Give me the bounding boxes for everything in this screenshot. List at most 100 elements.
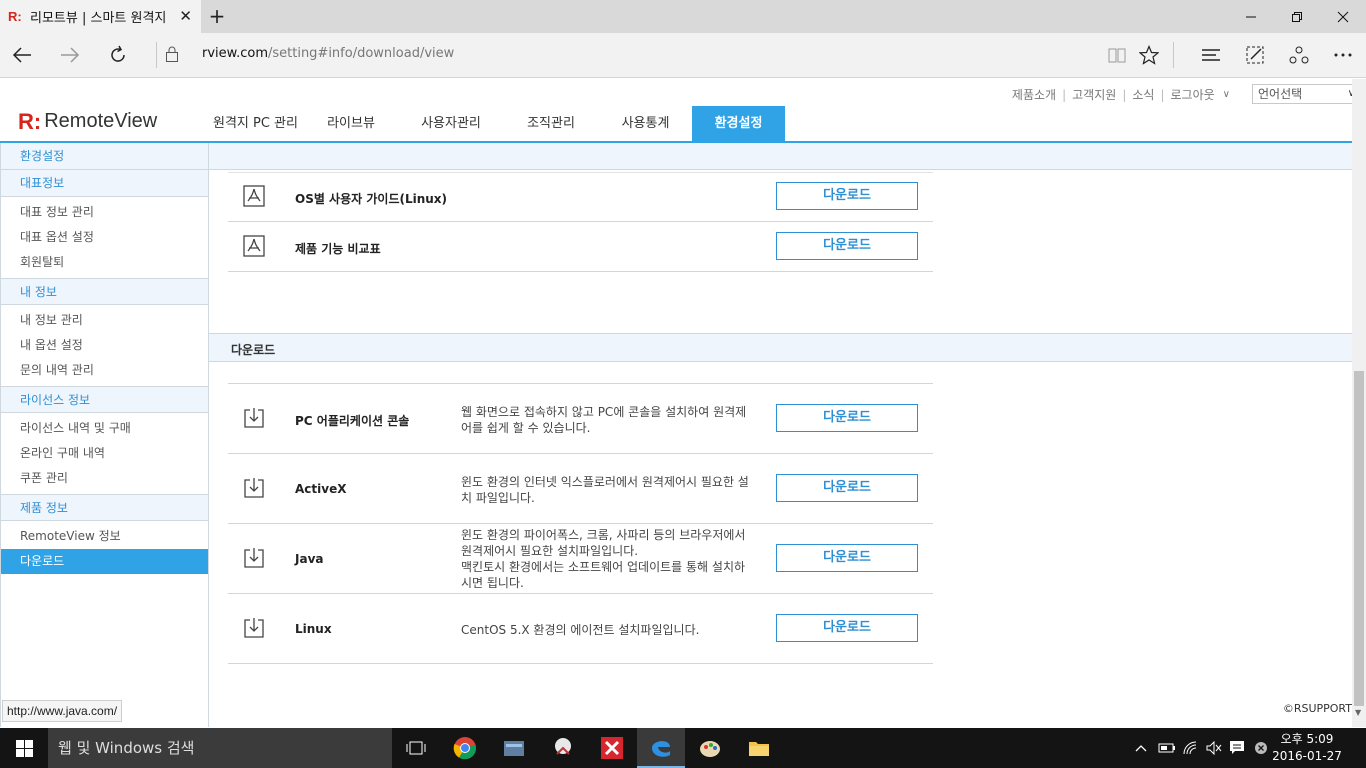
back-button[interactable] (6, 39, 38, 71)
browser-tab[interactable]: R: 리모트뷰 | 스마트 원격지 ✕ (0, 0, 201, 33)
clock-date: 2016-01-27 (1272, 749, 1342, 763)
minimize-button[interactable] (1228, 0, 1274, 33)
nav-remote-pc[interactable]: 원격지 PC 관리 (208, 106, 303, 141)
sidebar-item-my-info[interactable]: 내 정보 관리 (1, 308, 208, 333)
item-name: ActiveX (295, 482, 347, 496)
web-page: 제품소개 | 고객지원 | 소식 | 로그아웃 ∨ 언어선택 ∨ R: RemoteV… (0, 79, 1352, 727)
chevron-down-icon[interactable]: ∨ (1223, 89, 1230, 100)
sidebar-item-my-options[interactable]: 내 옵션 설정 (1, 333, 208, 358)
action-center-icon[interactable] (1229, 728, 1245, 768)
url-host: rview.com (202, 46, 268, 61)
toolbar-separator (1173, 42, 1174, 68)
download-icon (244, 408, 264, 428)
app-shortcut-icon[interactable] (539, 728, 587, 768)
download-icon (244, 478, 264, 498)
edge-browser-icon[interactable] (637, 728, 685, 768)
download-button[interactable]: 다운로드 (776, 404, 918, 432)
scroll-down-icon[interactable]: ▼ (1355, 708, 1361, 717)
browser-nav-bar: rview.com/setting#info/download/view (0, 33, 1366, 78)
customer-support-link[interactable]: 고객지원 (1072, 86, 1116, 103)
language-select-value: 언어선택 (1258, 87, 1303, 101)
reading-view-icon[interactable] (1103, 41, 1131, 69)
item-name: 제품 기능 비교표 (295, 242, 381, 256)
remote-tool-icon[interactable] (588, 728, 636, 768)
close-tab-icon[interactable]: ✕ (179, 8, 192, 24)
address-input[interactable]: rview.com/setting#info/download/view (202, 46, 454, 61)
sidebar-section-company[interactable]: 대표정보 (1, 170, 208, 197)
sidebar-item-remoteview-info[interactable]: RemoteView 정보 (1, 524, 208, 549)
new-tab-button[interactable]: + (206, 5, 228, 27)
item-description: 윈도 환경의 파이어폭스, 크롬, 사파리 등의 브라우저에서 원격제어시 필요… (461, 528, 746, 590)
item-description: CentOS 5.X 환경의 에이전트 설치파일입니다. (461, 623, 700, 637)
hub-icon[interactable] (1197, 41, 1225, 69)
product-intro-link[interactable]: 제품소개 (1012, 86, 1056, 103)
remoteview-logo[interactable]: R: RemoteView (18, 110, 157, 133)
list-item: OS별 사용자 가이드(Linux) 다운로드 (228, 172, 933, 222)
site-favicon-icon: R: (8, 8, 22, 24)
restore-button[interactable] (1274, 0, 1320, 33)
nav-organization[interactable]: 조직관리 (503, 106, 599, 141)
sidebar-item-company-info[interactable]: 대표 정보 관리 (1, 200, 208, 225)
sidebar-item-inquiries[interactable]: 문의 내역 관리 (1, 358, 208, 383)
volume-mute-icon[interactable] (1206, 728, 1222, 768)
download-button[interactable]: 다운로드 (776, 614, 918, 642)
folder-icon[interactable] (735, 728, 783, 768)
start-button[interactable] (0, 728, 48, 768)
web-note-icon[interactable] (1241, 41, 1269, 69)
page-scrollbar[interactable]: ▼ (1352, 79, 1366, 727)
taskbar-clock[interactable]: 오후 5:09 2016-01-27 (1272, 731, 1342, 765)
nav-liveview[interactable]: 라이브뷰 (303, 106, 399, 141)
battery-icon[interactable] (1158, 728, 1176, 768)
logo-mark: R: (18, 108, 42, 134)
logout-link[interactable]: 로그아웃 (1171, 86, 1215, 103)
task-view-icon[interactable] (392, 728, 440, 768)
download-button[interactable]: 다운로드 (776, 474, 918, 502)
notification-badge-icon[interactable] (1254, 728, 1268, 768)
chevron-up-icon[interactable] (1134, 728, 1148, 768)
forward-button[interactable] (54, 39, 86, 71)
nav-users[interactable]: 사용자관리 (399, 106, 503, 141)
chrome-icon[interactable] (441, 728, 489, 768)
wifi-icon[interactable] (1183, 728, 1199, 768)
language-select[interactable]: 언어선택 ∨ (1252, 84, 1352, 104)
sidebar-item-withdraw[interactable]: 회원탈퇴 (1, 250, 208, 275)
paint-icon[interactable] (686, 728, 734, 768)
logo-text: RemoteView (44, 110, 158, 132)
sidebar-section-product[interactable]: 제품 정보 (1, 494, 208, 521)
sidebar-section-my-info[interactable]: 내 정보 (1, 278, 208, 305)
list-item: Linux CentOS 5.X 환경의 에이전트 설치파일입니다. 다운로드 (228, 594, 933, 664)
download-button[interactable]: 다운로드 (776, 232, 918, 260)
list-item: ActiveX 윈도 환경의 인터넷 익스플로러에서 원격제어시 필요한 설치 … (228, 454, 933, 524)
nav-statistics[interactable]: 사용통계 (599, 106, 692, 141)
sidebar-item-company-options[interactable]: 대표 옵션 설정 (1, 225, 208, 250)
tab-title: 리모트뷰 | 스마트 원격지 (30, 11, 167, 26)
sidebar-item-license-purchase[interactable]: 라이선스 내역 및 구매 (1, 416, 208, 441)
main-nav: 원격지 PC 관리 라이브뷰 사용자관리 조직관리 사용통계 환경설정 (208, 106, 785, 141)
status-bar-url: http://www.java.com/ (2, 700, 123, 722)
sidebar-item-coupons[interactable]: 쿠폰 관리 (1, 466, 208, 491)
download-button[interactable]: 다운로드 (776, 544, 918, 572)
share-icon[interactable] (1285, 41, 1313, 69)
url-path: /setting#info/download/view (267, 46, 455, 61)
sidebar-section-license[interactable]: 라이선스 정보 (1, 386, 208, 413)
more-menu-icon[interactable] (1329, 41, 1357, 69)
sidebar-title[interactable]: 환경설정 (1, 143, 208, 170)
sidebar-item-online-orders[interactable]: 온라인 구매 내역 (1, 441, 208, 466)
download-button[interactable]: 다운로드 (776, 182, 918, 210)
scrollbar-thumb[interactable] (1354, 371, 1364, 706)
refresh-button[interactable] (102, 39, 134, 71)
address-separator (156, 42, 157, 68)
file-explorer-icon[interactable] (490, 728, 538, 768)
news-link[interactable]: 소식 (1132, 86, 1154, 103)
main-content: OS별 사용자 가이드(Linux) 다운로드 제품 기능 비교표 다운로드 다… (209, 143, 1352, 727)
sidebar-item-download[interactable]: 다운로드 (1, 549, 208, 574)
clock-time: 오후 5:09 (1280, 732, 1334, 746)
item-name: OS별 사용자 가이드(Linux) (295, 192, 448, 206)
close-window-button[interactable] (1320, 0, 1366, 33)
nav-settings[interactable]: 환경설정 (692, 106, 785, 141)
windows-taskbar: 웹 및 Windows 검색 오후 5:09 2016-01-27 (0, 728, 1366, 768)
favorite-star-icon[interactable] (1135, 41, 1163, 69)
windows-logo-icon (15, 739, 33, 757)
pdf-icon (243, 235, 265, 257)
taskbar-search-input[interactable]: 웹 및 Windows 검색 (48, 728, 392, 768)
